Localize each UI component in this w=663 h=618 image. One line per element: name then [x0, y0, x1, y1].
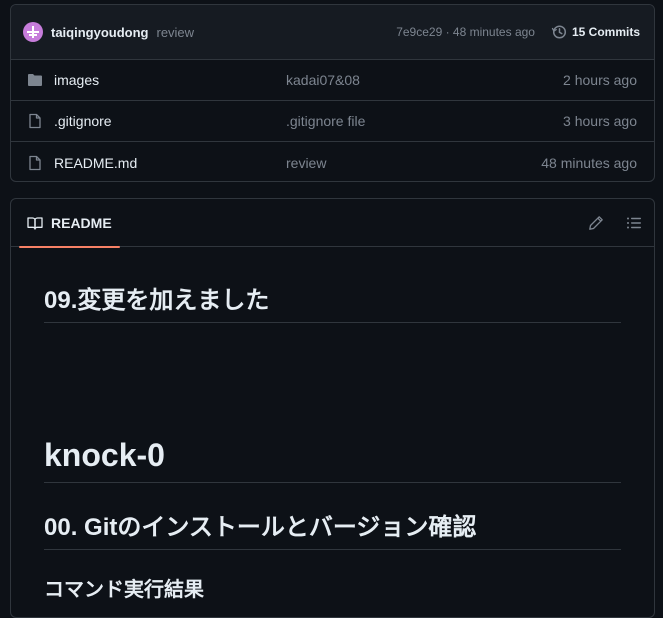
book-icon	[27, 216, 43, 230]
edit-button[interactable]	[588, 215, 604, 231]
history-icon	[551, 25, 567, 39]
commit-hash-time[interactable]: 7e9ce29 · 48 minutes ago	[396, 25, 535, 39]
file-icon	[27, 155, 43, 171]
file-row-readme[interactable]: README.md review 48 minutes ago	[11, 142, 654, 181]
file-age: 2 hours ago	[563, 72, 637, 88]
commit-message-link[interactable]: review	[156, 25, 194, 40]
readme-heading-knock: knock-0	[44, 437, 621, 483]
readme-header: README	[11, 199, 654, 248]
commit-author-link[interactable]: taiqingyoudong	[51, 25, 148, 40]
file-list-panel: taiqingyoudong review 7e9ce29 · 48 minut…	[10, 4, 655, 182]
readme-panel: README 09.変更を加えました knock-0 00. Gitのインストー…	[10, 198, 655, 618]
file-commit-link[interactable]: review	[286, 155, 541, 171]
tab-readme-label: README	[51, 214, 112, 231]
list-icon	[627, 217, 641, 228]
outline-button[interactable]	[626, 215, 642, 231]
file-age: 48 minutes ago	[541, 154, 637, 171]
file-row-images[interactable]: images kadai07&08 2 hours ago	[11, 60, 654, 101]
avatar[interactable]	[23, 22, 43, 42]
tab-readme[interactable]: README	[19, 199, 120, 248]
readme-heading-command-result: コマンド実行結果	[44, 579, 204, 601]
pencil-icon	[589, 215, 603, 230]
commits-history-link[interactable]: 15 Commits	[551, 24, 640, 40]
commits-count-label: 15 Commits	[571, 25, 640, 39]
file-commit-link[interactable]: .gitignore file	[286, 113, 563, 129]
readme-heading-changes: 09.変更を加えました	[44, 280, 621, 323]
folder-icon	[27, 72, 43, 88]
file-name-link[interactable]: README.md	[54, 155, 286, 171]
readme-heading-git-install: 00. Gitのインストールとバージョン確認	[44, 507, 621, 550]
file-age: 3 hours ago	[563, 113, 637, 129]
readme-content: 09.変更を加えました knock-0 00. Gitのインストールとバージョン…	[11, 280, 654, 602]
readme-actions	[588, 215, 644, 231]
file-name-link[interactable]: images	[54, 72, 286, 88]
file-row-gitignore[interactable]: .gitignore .gitignore file 3 hours ago	[11, 101, 654, 142]
file-icon	[27, 113, 43, 129]
latest-commit-bar: taiqingyoudong review 7e9ce29 · 48 minut…	[11, 5, 654, 60]
file-commit-link[interactable]: kadai07&08	[286, 72, 563, 88]
avatar-glyph-icon	[27, 26, 39, 38]
file-name-link[interactable]: .gitignore	[54, 113, 286, 129]
